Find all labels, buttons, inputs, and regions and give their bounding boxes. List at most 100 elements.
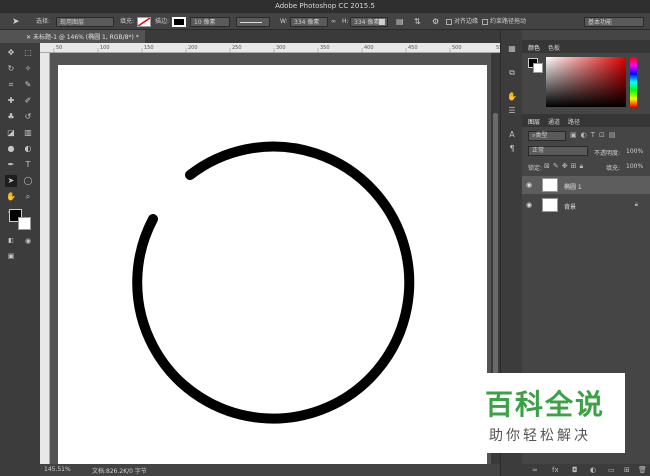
tab-color[interactable]: 颜色 bbox=[528, 43, 540, 52]
canvas-area[interactable] bbox=[50, 53, 491, 464]
arrow-tool-icon[interactable]: ➤ bbox=[12, 17, 20, 27]
layer-row[interactable]: ◉ 背景 🔒︎ bbox=[522, 196, 650, 214]
lasso-icon[interactable]: ↻ bbox=[5, 63, 17, 75]
stroke-width-field[interactable]: 10 像素 bbox=[190, 17, 230, 27]
pen-icon[interactable]: ✒ bbox=[5, 159, 17, 171]
tab-channels[interactable]: 通道 bbox=[548, 117, 560, 126]
ruler-tick-label: 200 bbox=[188, 45, 198, 51]
layer-filter-dropdown[interactable]: ⌕类型 bbox=[528, 131, 566, 141]
watermark-title: 百科全说 bbox=[485, 388, 606, 421]
path-arrange-icon[interactable]: ⇅ bbox=[414, 17, 421, 27]
dodge-icon[interactable]: ◐ bbox=[22, 143, 34, 155]
opacity-value[interactable]: 100% bbox=[626, 148, 643, 155]
ellipse-shape[interactable] bbox=[58, 65, 487, 464]
background-color-swatch[interactable] bbox=[18, 217, 31, 230]
document-canvas[interactable] bbox=[58, 65, 487, 464]
healing-brush-icon[interactable]: ✚ bbox=[5, 95, 17, 107]
link-layers-icon[interactable]: ∞ bbox=[532, 466, 538, 474]
lock-icons[interactable]: ⊠✎✥⊞🔒︎ bbox=[544, 162, 586, 171]
adjustment-layer-icon[interactable]: ◐ bbox=[590, 466, 596, 474]
fill-opacity-value[interactable]: 100% bbox=[626, 163, 643, 170]
ruler-tick-label: 450 bbox=[408, 45, 418, 51]
stroke-type-dropdown[interactable] bbox=[236, 17, 270, 27]
hand-icon[interactable]: ✋ bbox=[5, 191, 17, 203]
no-fill-icon bbox=[137, 17, 151, 27]
character-icon[interactable]: A bbox=[507, 130, 517, 140]
constrain-path-label: 约束路径拖动 bbox=[490, 18, 527, 25]
fx-icon[interactable]: fx bbox=[552, 466, 559, 474]
ruler-tick-label: 250 bbox=[232, 45, 242, 51]
settings-icon[interactable]: ⚙ bbox=[432, 17, 439, 27]
layer-row[interactable]: ◉ 椭圆 1 bbox=[522, 176, 650, 194]
default-colors-icon[interactable]: ◧ bbox=[5, 235, 17, 247]
tab-paths[interactable]: 路径 bbox=[568, 117, 580, 126]
properties-icon[interactable]: ⧉ bbox=[507, 68, 517, 78]
visibility-eye-icon[interactable]: ◉ bbox=[526, 201, 532, 209]
constrain-path-checkbox[interactable]: 约束路径拖动 bbox=[482, 17, 526, 27]
link-icon[interactable]: ∞ bbox=[331, 17, 336, 27]
stroke-label: 描边: bbox=[155, 18, 170, 25]
crop-icon[interactable]: ⌗ bbox=[5, 79, 17, 91]
path-ops-icon[interactable]: ■ bbox=[378, 17, 386, 27]
ruler-tick-label: 300 bbox=[276, 45, 286, 51]
color-panel-tabs: 颜色 色板 bbox=[522, 40, 650, 53]
ellipse-icon[interactable]: ◯ bbox=[22, 175, 34, 187]
tab-layers[interactable]: 图层 bbox=[528, 117, 540, 126]
ruler-tick-label: 50 bbox=[56, 45, 62, 51]
ruler-tick-label: 350 bbox=[320, 45, 330, 51]
scrollbar-thumb[interactable] bbox=[493, 113, 498, 413]
width-field[interactable]: 334 像素 bbox=[290, 17, 328, 27]
path-align-icon[interactable]: ▤ bbox=[396, 17, 404, 27]
move-icon[interactable]: ✥ bbox=[5, 47, 17, 59]
adjustments-icon[interactable]: ✋ bbox=[507, 92, 517, 102]
new-layer-icon[interactable]: ⊞ bbox=[624, 466, 630, 474]
lock-icon: 🔒︎ bbox=[634, 201, 638, 208]
history-icon[interactable]: ▦ bbox=[507, 44, 517, 54]
layer-actions-bar: ∞ fx ◘ ◐ ▭ ⊞ 🗑︎ bbox=[522, 464, 650, 476]
eyedropper-icon[interactable]: ✎ bbox=[22, 79, 34, 91]
quick-mask-icon[interactable]: ◉ bbox=[22, 235, 34, 247]
layer-name: 背景 bbox=[564, 204, 577, 211]
ruler-horizontal: 50100150200250300350400450500550 bbox=[40, 43, 506, 53]
gradient-icon[interactable]: ▥ bbox=[22, 127, 34, 139]
align-edges-label: 对齐边缘 bbox=[454, 18, 479, 25]
blur-icon[interactable]: ● bbox=[5, 143, 17, 155]
group-icon[interactable]: ▭ bbox=[608, 466, 615, 474]
paragraph-icon[interactable]: ¶ bbox=[507, 144, 517, 154]
ruler-ticks-top: 50100150200250300350400450500550 bbox=[53, 45, 506, 53]
title-bar: Adobe Photoshop CC 2015.5 bbox=[0, 0, 650, 13]
align-edges-checkbox[interactable]: 对齐边缘 bbox=[446, 17, 478, 27]
layer-filter-icons[interactable]: ▣◐T⊡▤ bbox=[570, 131, 619, 139]
path-select-icon[interactable]: ➤ bbox=[5, 175, 17, 187]
zoom-level[interactable]: 145.51% bbox=[44, 466, 71, 473]
layers-panel-tabs: 图层 通道 路径 bbox=[522, 114, 650, 127]
color-field[interactable] bbox=[546, 57, 626, 107]
color-bg-swatch[interactable] bbox=[533, 63, 543, 73]
hue-slider[interactable] bbox=[630, 57, 637, 107]
close-icon[interactable]: ✕ bbox=[26, 34, 33, 41]
tools-panel: ✥ ⬚ ↻ ✧ ⌗ ✎ ✚ ✐ ♣ ↺ ◪ ▥ ● ◐ ✒ T ➤ ◯ ✋ ⌕ … bbox=[0, 43, 40, 476]
document-info: 文档:826.2K/0 字节 bbox=[92, 468, 147, 475]
visibility-eye-icon[interactable]: ◉ bbox=[526, 181, 532, 189]
history-brush-icon[interactable]: ↺ bbox=[22, 111, 34, 123]
zoom-icon[interactable]: ⌕ bbox=[22, 191, 34, 203]
layer-thumbnail bbox=[542, 198, 558, 212]
lock-label: 锁定: bbox=[528, 165, 543, 172]
blend-mode-dropdown[interactable]: 正常 bbox=[528, 146, 588, 156]
brush-icon[interactable]: ✐ bbox=[22, 95, 34, 107]
type-icon[interactable]: T bbox=[22, 159, 34, 171]
trash-icon[interactable]: 🗑︎ bbox=[638, 466, 647, 474]
fill-swatch[interactable] bbox=[137, 17, 151, 27]
select-dropdown[interactable]: 现用图层 bbox=[56, 17, 114, 27]
workspace-dropdown[interactable]: 基本功能 bbox=[584, 17, 644, 27]
magic-wand-icon[interactable]: ✧ bbox=[22, 63, 34, 75]
tab-swatches[interactable]: 色板 bbox=[548, 43, 560, 52]
add-mask-icon[interactable]: ◘ bbox=[572, 466, 578, 474]
marquee-icon[interactable]: ⬚ bbox=[22, 47, 34, 59]
brush-settings-icon[interactable]: ☰ bbox=[507, 106, 517, 116]
document-tab[interactable]: ✕ 未标题-1 @ 146% (椭圆 1, RGB/8*) * bbox=[20, 30, 145, 43]
stroke-swatch[interactable] bbox=[172, 17, 186, 27]
screen-mode-icon[interactable]: ▣ bbox=[5, 250, 17, 262]
eraser-icon[interactable]: ◪ bbox=[5, 127, 17, 139]
clone-stamp-icon[interactable]: ♣ bbox=[5, 111, 17, 123]
